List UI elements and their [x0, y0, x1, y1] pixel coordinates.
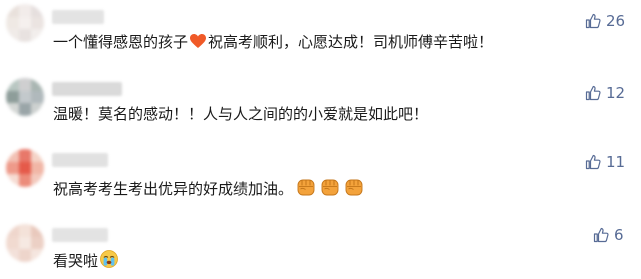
like-count: 26: [606, 12, 626, 30]
thumbs-up-icon: [585, 154, 601, 170]
like-count: 6: [614, 226, 624, 244]
comment-item: 看哭啦 6: [0, 208, 641, 279]
like-count: 11: [606, 153, 626, 171]
crying-face-icon: [99, 249, 119, 274]
username[interactable]: [52, 153, 108, 167]
like-button[interactable]: 11: [585, 153, 625, 171]
comment-text-part: 祝高考顺利，心愿达成！司机师傅辛苦啦！: [208, 33, 494, 51]
like-button[interactable]: 6: [593, 226, 624, 244]
avatar[interactable]: [6, 149, 44, 187]
thumbs-up-icon: [593, 227, 609, 243]
fist-icon: [319, 176, 341, 203]
comment-text: 祝高考考生考出优异的好成绩加油。: [53, 176, 365, 203]
username[interactable]: [52, 10, 104, 24]
avatar[interactable]: [6, 224, 44, 262]
comment-item: 温暖！莫名的感动！！人与人之间的的小爱就是如此吧！ 12: [0, 66, 641, 133]
username[interactable]: [52, 82, 122, 96]
comment-item: 一个懂得感恩的孩子 祝高考顺利，心愿达成！司机师傅辛苦啦！ 26: [0, 0, 641, 66]
thumbs-up-icon: [585, 85, 601, 101]
fist-icon: [343, 176, 365, 203]
comment-text: 看哭啦: [53, 249, 119, 274]
comment-item: 祝高考考生考出优异的好成绩加油。 11: [0, 133, 641, 208]
like-count: 12: [606, 84, 626, 102]
comment-text: 一个懂得感恩的孩子 祝高考顺利，心愿达成！司机师傅辛苦啦！: [53, 32, 493, 54]
username[interactable]: [52, 228, 108, 242]
fist-icon: [295, 176, 317, 203]
thumbs-up-icon: [585, 13, 601, 29]
heart-icon: [189, 33, 207, 54]
like-button[interactable]: 26: [585, 12, 625, 30]
like-button[interactable]: 12: [585, 84, 625, 102]
comment-text-part: 一个懂得感恩的孩子: [53, 33, 189, 51]
comment-text-part: 看哭啦: [53, 252, 99, 270]
avatar[interactable]: [6, 4, 44, 42]
comment-text-part: 温暖！莫名的感动！！人与人之间的的小爱就是如此吧！: [53, 105, 429, 123]
avatar[interactable]: [6, 78, 44, 116]
comment-text-part: 祝高考考生考出优异的好成绩加油。: [53, 180, 294, 198]
comment-text: 温暖！莫名的感动！！人与人之间的的小爱就是如此吧！: [53, 104, 428, 124]
